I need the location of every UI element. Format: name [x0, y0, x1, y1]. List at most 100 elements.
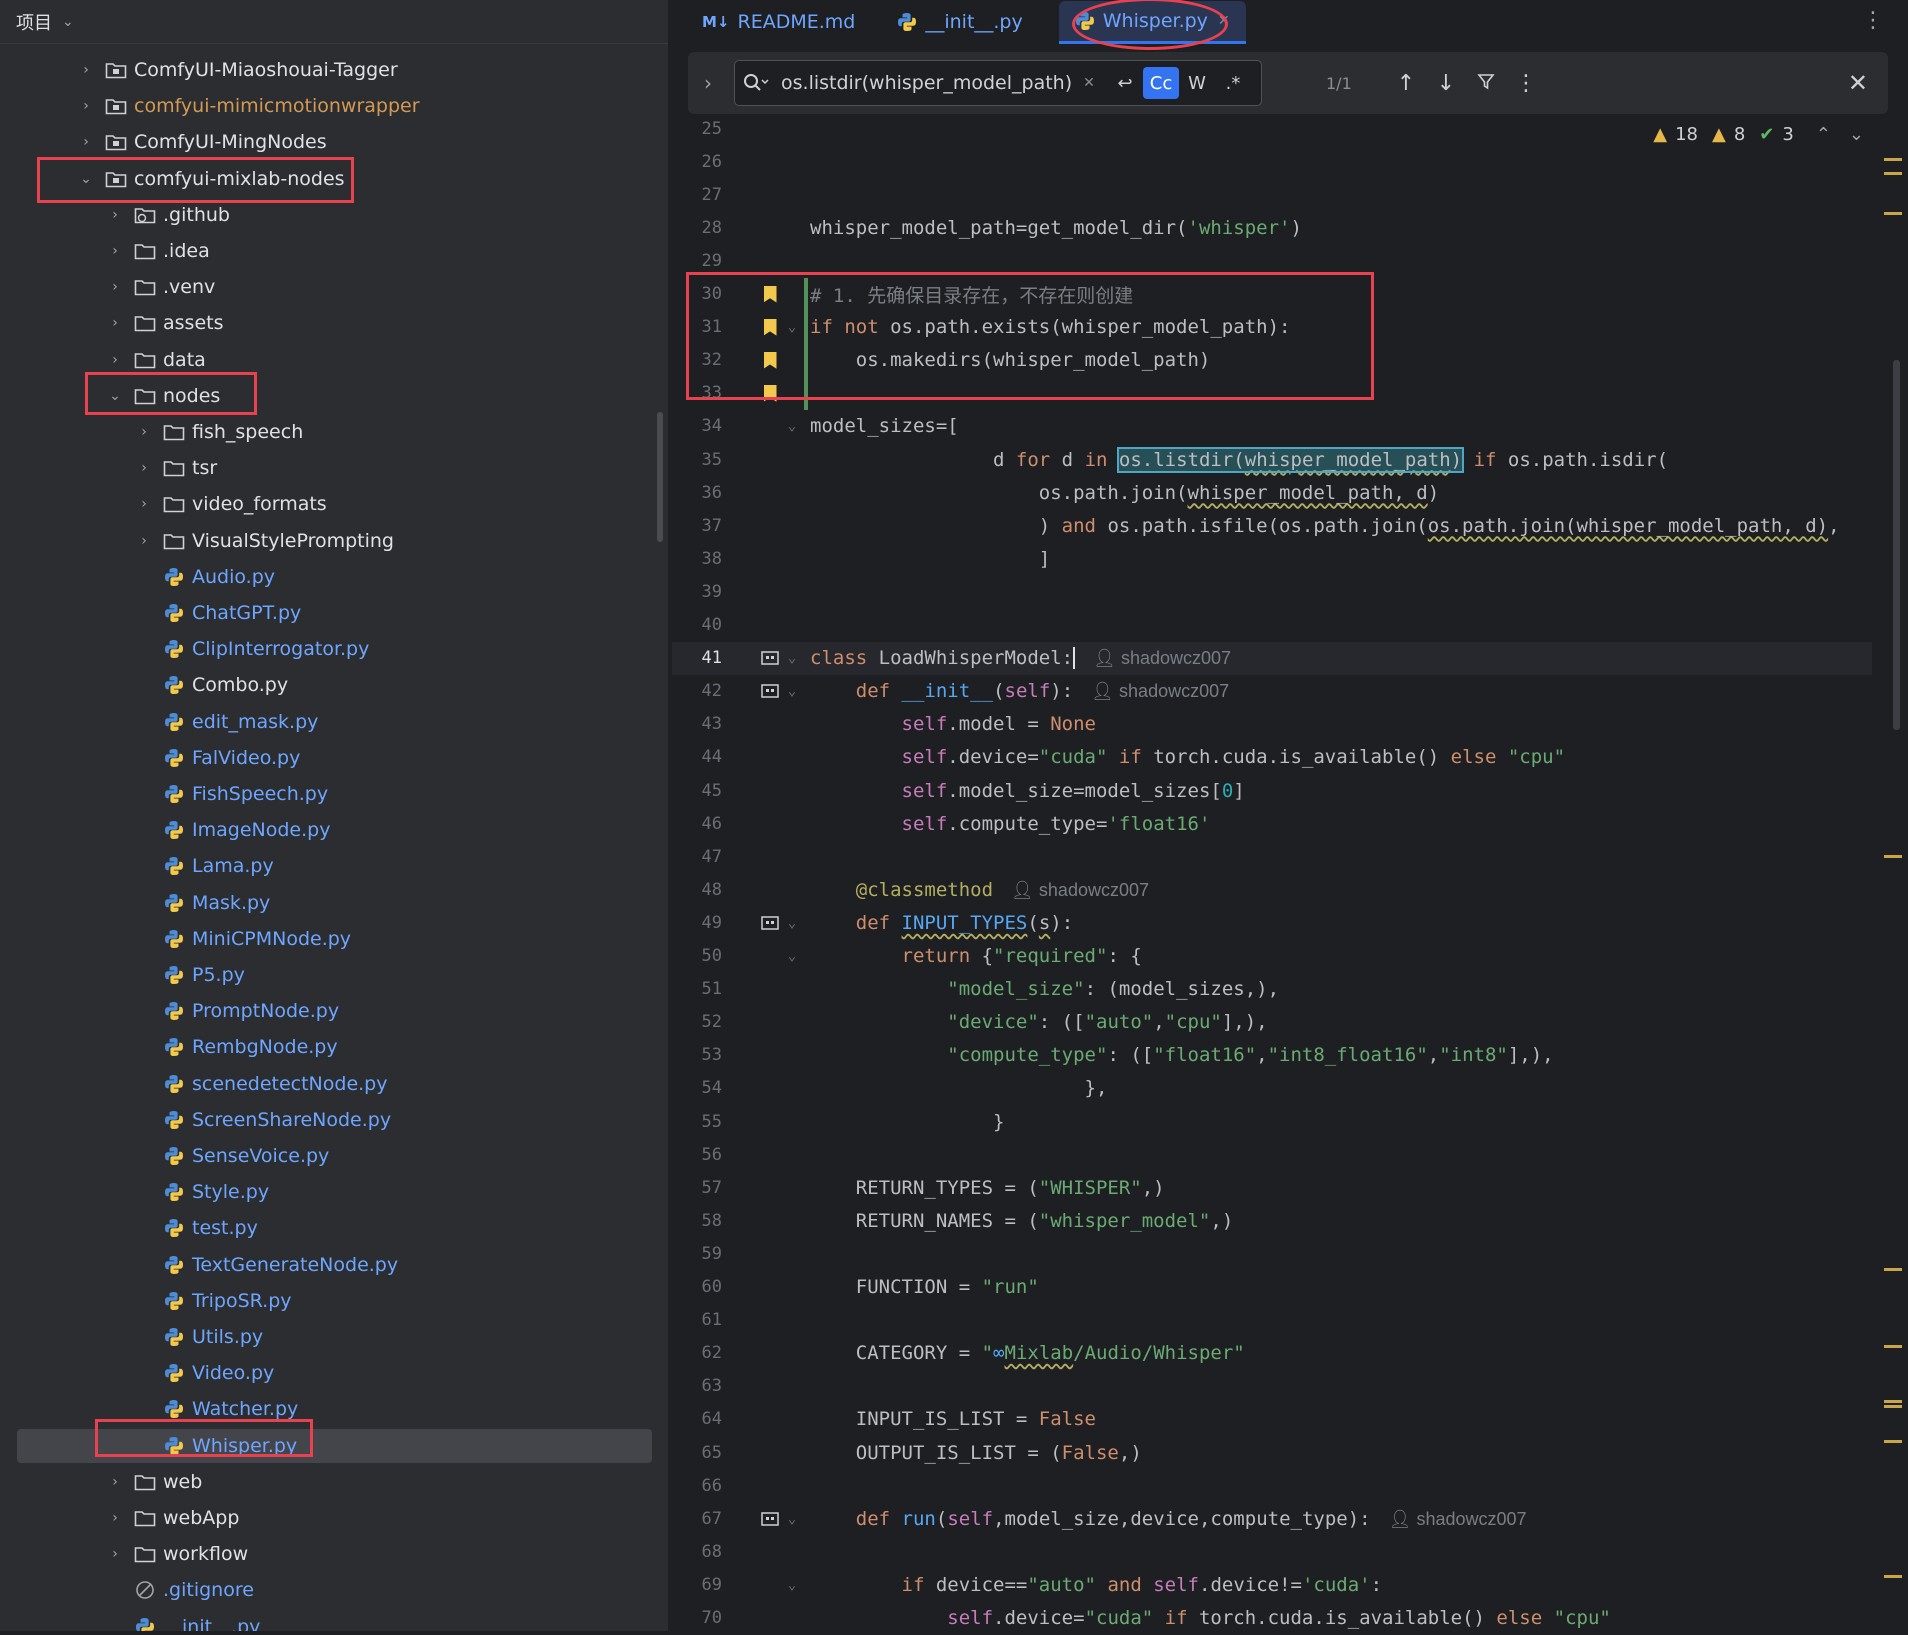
- code-line[interactable]: 70 self.device="cuda" if torch.cuda.is_a…: [672, 1602, 1872, 1635]
- code-line[interactable]: 41 ⌄ class LoadWhisperModel: 👤︎ shadowcz007: [672, 641, 1872, 675]
- line-number[interactable]: 63: [672, 1376, 722, 1396]
- tab-init-py[interactable]: __init__.py: [881, 2, 1038, 42]
- tree-file-item[interactable]: __init__.py: [0, 1609, 660, 1631]
- code-line[interactable]: 62 CATEGORY = "∞Mixlab/Audio/Whisper": [672, 1337, 1872, 1370]
- code-text[interactable]: ]: [810, 548, 1050, 570]
- code-text[interactable]: model_sizes=[: [810, 415, 959, 437]
- tree-file-item[interactable]: P5.py: [0, 957, 660, 993]
- chevron-right-icon[interactable]: ›: [107, 1546, 123, 1562]
- code-line[interactable]: 33: [672, 376, 1872, 410]
- tree-file-item[interactable]: Whisper.py: [0, 1428, 660, 1464]
- run-gutter-icon[interactable]: [758, 906, 782, 939]
- code-text[interactable]: CATEGORY = "∞Mixlab/Audio/Whisper": [810, 1342, 1245, 1364]
- tree-file-item[interactable]: .gitignore: [0, 1572, 660, 1608]
- line-number[interactable]: 69: [672, 1575, 722, 1595]
- code-author[interactable]: 👤︎ shadowcz007: [1389, 1509, 1527, 1529]
- line-number[interactable]: 51: [672, 979, 722, 999]
- code-line[interactable]: 29: [672, 244, 1872, 277]
- tree-folder-item[interactable]: › .github: [0, 197, 660, 233]
- code-line[interactable]: 64 INPUT_IS_LIST = False: [672, 1403, 1872, 1436]
- error-stripe-mark[interactable]: [1884, 1345, 1902, 1348]
- error-stripe-mark[interactable]: [1884, 172, 1902, 175]
- code-line[interactable]: 25: [672, 112, 1872, 145]
- code-line[interactable]: 65 OUTPUT_IS_LIST = (False,): [672, 1436, 1872, 1469]
- vcs-change-marker[interactable]: [804, 277, 808, 311]
- tree-file-item[interactable]: Mask.py: [0, 885, 660, 921]
- error-stripe-mark[interactable]: [1884, 158, 1902, 161]
- code-line[interactable]: 67 ⌄ def run(self,model_size,device,compu…: [672, 1502, 1872, 1535]
- code-text[interactable]: self.model = None: [810, 713, 1096, 735]
- tree-file-item[interactable]: Lama.py: [0, 848, 660, 884]
- more-options-icon[interactable]: ⋮: [1862, 8, 1884, 33]
- chevron-right-icon[interactable]: ›: [136, 533, 152, 549]
- tab-whisper-py[interactable]: Whisper.py ✕: [1058, 0, 1246, 44]
- line-number[interactable]: 60: [672, 1277, 722, 1297]
- tree-folder-item[interactable]: › data: [0, 342, 660, 378]
- tree-folder-item[interactable]: › ComfyUI-MingNodes: [0, 124, 660, 160]
- chevron-right-icon[interactable]: ›: [107, 279, 123, 295]
- tree-file-item[interactable]: PromptNode.py: [0, 993, 660, 1029]
- code-line[interactable]: 55 }: [672, 1105, 1872, 1138]
- fold-chevron-icon[interactable]: ⌄: [784, 410, 800, 443]
- close-icon[interactable]: ✕: [1848, 69, 1868, 97]
- line-number[interactable]: 47: [672, 847, 722, 867]
- fold-chevron-icon[interactable]: ⌄: [784, 675, 800, 708]
- code-line[interactable]: 57 RETURN_TYPES = ("WHISPER",): [672, 1171, 1872, 1204]
- line-number[interactable]: 27: [672, 185, 722, 205]
- line-number[interactable]: 58: [672, 1211, 722, 1231]
- chevron-right-icon[interactable]: ›: [136, 460, 152, 476]
- code-text[interactable]: # 1. 先确保目录存在，不存在则创建: [810, 281, 1133, 308]
- line-number[interactable]: 66: [672, 1476, 722, 1496]
- chevron-right-icon[interactable]: ›: [107, 1474, 123, 1490]
- fold-chevron-icon[interactable]: ⌄: [784, 940, 800, 973]
- tree-file-item[interactable]: FalVideo.py: [0, 740, 660, 776]
- line-number[interactable]: 54: [672, 1078, 722, 1098]
- code-line[interactable]: 43 self.model = None: [672, 708, 1872, 741]
- code-line[interactable]: 28 whisper_model_path=get_model_dir('whis…: [672, 211, 1872, 244]
- line-number[interactable]: 55: [672, 1112, 722, 1132]
- code-line[interactable]: 30 # 1. 先确保目录存在，不存在则创建: [672, 277, 1872, 311]
- line-number[interactable]: 62: [672, 1343, 722, 1363]
- sidebar-scrollbar[interactable]: [657, 412, 663, 542]
- line-number[interactable]: 39: [672, 582, 722, 602]
- line-number[interactable]: 36: [672, 483, 722, 503]
- bookmark-icon[interactable]: [758, 278, 782, 311]
- code-text[interactable]: "device": (["auto","cpu"],),: [810, 1011, 1267, 1033]
- line-number[interactable]: 57: [672, 1178, 722, 1198]
- tree-folder-item[interactable]: › .idea: [0, 233, 660, 269]
- fold-chevron-icon[interactable]: ⌄: [784, 311, 800, 344]
- line-number[interactable]: 28: [672, 218, 722, 238]
- expand-replace-icon[interactable]: ›: [688, 71, 728, 95]
- tree-file-item[interactable]: ChatGPT.py: [0, 595, 660, 631]
- code-text[interactable]: d for d in os.listdir(whisper_model_path…: [810, 446, 1668, 473]
- tree-file-item[interactable]: ScreenShareNode.py: [0, 1102, 660, 1138]
- fold-chevron-icon[interactable]: ⌄: [784, 1502, 800, 1535]
- line-number[interactable]: 65: [672, 1443, 722, 1463]
- code-text[interactable]: @classmethod 👤︎ shadowcz007: [810, 879, 1149, 901]
- code-text[interactable]: if not os.path.exists(whisper_model_path…: [810, 316, 1290, 338]
- line-number[interactable]: 50: [672, 946, 722, 966]
- error-stripe-mark[interactable]: [1884, 1440, 1902, 1443]
- chevron-right-icon[interactable]: ›: [107, 1510, 123, 1526]
- line-number[interactable]: 61: [672, 1310, 722, 1330]
- project-panel-header[interactable]: 项目 ⌄: [0, 0, 668, 44]
- code-text[interactable]: RETURN_NAMES = ("whisper_model",): [810, 1210, 1234, 1232]
- code-author[interactable]: 👤︎ shadowcz007: [1091, 681, 1229, 701]
- code-line[interactable]: 45 self.model_size=model_sizes[0]: [672, 774, 1872, 807]
- code-text[interactable]: self.device="cuda" if torch.cuda.is_avai…: [810, 746, 1566, 768]
- code-text[interactable]: ) and os.path.isfile(os.path.join(os.pat…: [810, 515, 1840, 537]
- line-number[interactable]: 42: [672, 681, 722, 701]
- editor-scrollbar[interactable]: [1893, 360, 1900, 730]
- line-number[interactable]: 32: [672, 350, 722, 370]
- error-stripe-mark[interactable]: [1884, 1400, 1902, 1403]
- code-line[interactable]: 63: [672, 1370, 1872, 1403]
- code-line[interactable]: 26: [672, 145, 1872, 178]
- code-line[interactable]: 53 "compute_type": (["float16","int8_flo…: [672, 1039, 1872, 1072]
- tree-file-item[interactable]: SenseVoice.py: [0, 1138, 660, 1174]
- line-number[interactable]: 56: [672, 1145, 722, 1165]
- code-line[interactable]: 54 },: [672, 1072, 1872, 1105]
- tree-file-item[interactable]: test.py: [0, 1210, 660, 1246]
- code-line[interactable]: 35 d for d in os.listdir(whisper_model_p…: [672, 443, 1872, 476]
- next-occurrence-icon[interactable]: ↓: [1426, 71, 1466, 96]
- line-number[interactable]: 30: [672, 284, 722, 304]
